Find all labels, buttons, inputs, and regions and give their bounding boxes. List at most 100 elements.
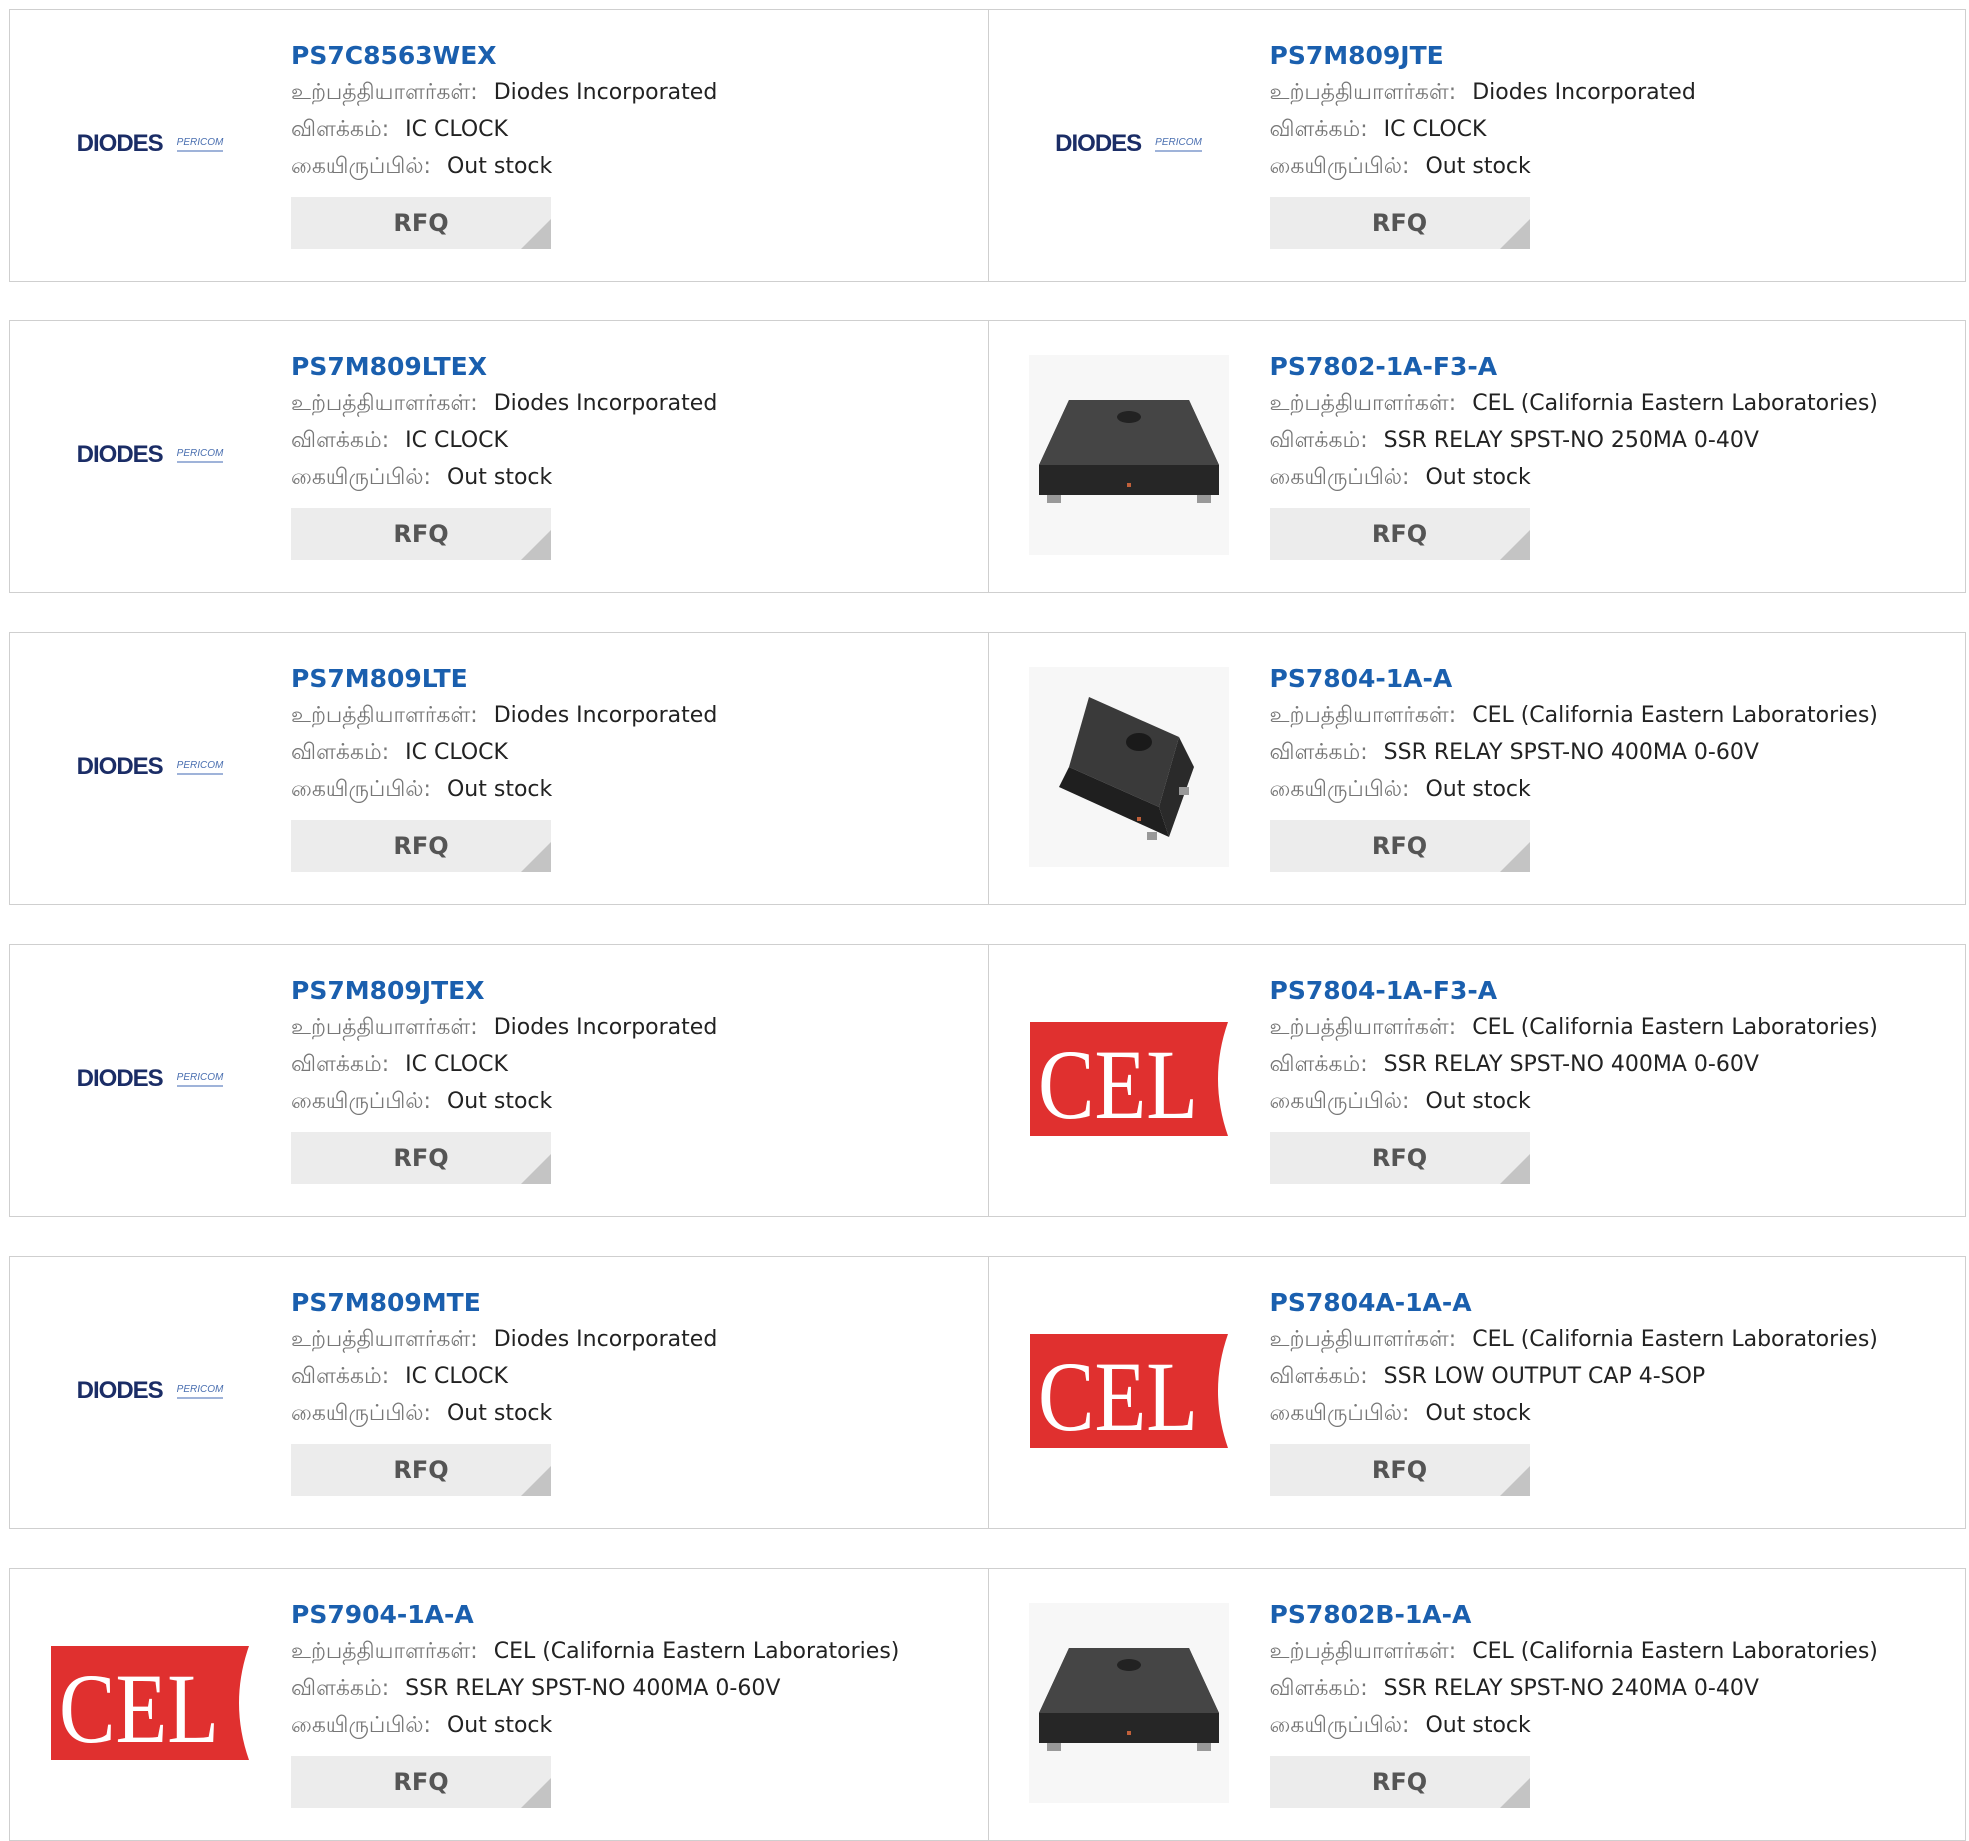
manufacturer-value: Diodes Incorporated (493, 80, 718, 105)
description-label: விளக்கம்: (1269, 117, 1368, 142)
part-number-link[interactable]: PS7M809JTE (1270, 40, 1956, 74)
description-line: விளக்கம்: IC CLOCK (1270, 111, 1956, 148)
cel-logo-text: CEL (59, 1653, 219, 1760)
rfq-button[interactable]: RFQ (291, 820, 551, 872)
description-value: SSR RELAY SPST-NO 250MA 0-40V (1383, 428, 1759, 453)
manufacturer-label: உற்பத்தியாளர்கள்: (291, 1639, 478, 1664)
part-number-link[interactable]: PS7802-1A-F3-A (1270, 351, 1956, 385)
part-number-link[interactable]: PS7804A-1A-A (1270, 1287, 1956, 1321)
stock-value: Out stock (1425, 1713, 1531, 1738)
stock-label: கையிருப்பில்: (1269, 777, 1410, 802)
rfq-button[interactable]: RFQ (291, 1756, 551, 1808)
description-value: SSR RELAY SPST-NO 240MA 0-40V (1383, 1676, 1759, 1701)
rfq-button[interactable]: RFQ (1269, 508, 1530, 560)
manufacturer-label: உற்பத்தியாளர்கள்: (1269, 1639, 1457, 1664)
part-number-link[interactable]: PS7804-1A-F3-A (1270, 975, 1956, 1009)
part-number-link[interactable]: PS7804-1A-A (1270, 663, 1956, 697)
diodes-pericom-logo: DIODES PERICOM (77, 753, 224, 781)
corner-triangle-icon (1499, 530, 1530, 560)
rfq-button[interactable]: RFQ (291, 1444, 551, 1496)
description-label: விளக்கம்: (291, 1052, 390, 1077)
manufacturer-line: உற்பத்தியாளர்கள்: Diodes Incorporated (291, 697, 978, 734)
stock-label: கையிருப்பில்: (291, 1401, 431, 1426)
part-number-link[interactable]: PS7M809LTEX (291, 351, 978, 385)
product-image[interactable]: CEL (1029, 979, 1229, 1179)
rfq-button[interactable]: RFQ (291, 508, 551, 560)
product-image[interactable]: DIODES PERICOM (50, 979, 250, 1179)
product-card: DIODES PERICOM PS7M809LTE உற்பத்தியாளர்கள… (10, 633, 988, 904)
stock-value: Out stock (446, 154, 553, 179)
manufacturer-value: Diodes Incorporated (1472, 80, 1696, 105)
part-number-link[interactable]: PS7802B-1A-A (1270, 1599, 1956, 1633)
pericom-wordmark: PERICOM (1155, 137, 1202, 152)
description-line: விளக்கம்: IC CLOCK (291, 1358, 978, 1395)
manufacturer-label: உற்பத்தியாளர்கள்: (1269, 703, 1457, 728)
description-label: விளக்கம்: (1269, 1676, 1368, 1701)
corner-triangle-icon (521, 842, 551, 872)
rfq-button[interactable]: RFQ (291, 197, 551, 249)
rfq-button[interactable]: RFQ (1269, 1132, 1530, 1184)
product-image[interactable]: DIODES PERICOM (50, 667, 250, 867)
relay-chip-angled-photo (1028, 667, 1229, 867)
product-info: PS7904-1A-A உற்பத்தியாளர்கள்: CEL (Califo… (291, 1599, 978, 1808)
stock-value: Out stock (1425, 154, 1531, 179)
product-image[interactable]: DIODES PERICOM (50, 44, 250, 244)
rfq-button[interactable]: RFQ (1269, 1756, 1530, 1808)
part-number-link[interactable]: PS7M809JTEX (291, 975, 978, 1009)
pericom-wordmark: PERICOM (176, 1384, 224, 1399)
product-card: PS7802-1A-F3-A உற்பத்தியாளர்கள்: CEL (Cal… (987, 321, 1966, 592)
part-number-link[interactable]: PS7M809LTE (291, 663, 978, 697)
stock-value: Out stock (1425, 465, 1531, 490)
cel-logo: CEL (1029, 1022, 1228, 1136)
product-image[interactable]: DIODES PERICOM (50, 1291, 250, 1491)
rfq-button[interactable]: RFQ (1269, 197, 1530, 249)
part-number-link[interactable]: PS7M809MTE (291, 1287, 978, 1321)
manufacturer-label: உற்பத்தியாளர்கள்: (291, 80, 478, 105)
pericom-wordmark: PERICOM (176, 448, 224, 463)
stock-line: கையிருப்பில்: Out stock (1270, 1395, 1956, 1432)
part-number-link[interactable]: PS7904-1A-A (291, 1599, 978, 1633)
description-value: IC CLOCK (1383, 117, 1487, 142)
manufacturer-label: உற்பத்தியாளர்கள்: (1269, 1327, 1457, 1352)
stock-value: Out stock (1425, 1089, 1531, 1114)
description-line: விளக்கம்: SSR RELAY SPST-NO 400MA 0-60V (291, 1670, 978, 1707)
product-image[interactable]: CEL (1029, 1291, 1229, 1491)
diodes-pericom-logo: DIODES PERICOM (1055, 130, 1202, 158)
stock-line: கையிருப்பில்: Out stock (1270, 1083, 1956, 1120)
product-image[interactable] (1028, 667, 1229, 867)
corner-triangle-icon (521, 219, 551, 249)
stock-line: கையிருப்பில்: Out stock (291, 771, 978, 808)
description-value: IC CLOCK (405, 428, 508, 453)
product-image[interactable]: DIODES PERICOM (1029, 44, 1229, 244)
product-info: PS7804-1A-F3-A உற்பத்தியாளர்கள்: CEL (Cal… (1269, 975, 1956, 1184)
rfq-label: RFQ (393, 1456, 449, 1484)
rfq-button[interactable]: RFQ (291, 1132, 551, 1184)
manufacturer-label: உற்பத்தியாளர்கள்: (1269, 1015, 1457, 1040)
corner-triangle-icon (1499, 842, 1530, 872)
rfq-button[interactable]: RFQ (1269, 820, 1530, 872)
description-value: SSR RELAY SPST-NO 400MA 0-60V (1383, 1052, 1759, 1077)
product-info: PS7C8563WEX உற்பத்தியாளர்கள்: Diodes Inco… (291, 40, 978, 249)
manufacturer-line: உற்பத்தியாளர்கள்: CEL (California Eastern… (291, 1633, 978, 1670)
manufacturer-value: CEL (California Eastern Laboratories) (1472, 391, 1878, 416)
product-grid: DIODES PERICOM PS7C8563WEX உற்பத்தியாளர்க… (0, 0, 1969, 1841)
product-info: PS7802B-1A-A உற்பத்தியாளர்கள்: CEL (Calif… (1269, 1599, 1956, 1808)
stock-label: கையிருப்பில்: (291, 154, 431, 179)
corner-triangle-icon (1499, 219, 1530, 249)
product-row: DIODES PERICOM PS7M809LTEX உற்பத்தியாளர்க… (9, 320, 1966, 593)
product-image[interactable]: DIODES PERICOM (50, 355, 250, 555)
product-card: DIODES PERICOM PS7M809LTEX உற்பத்தியாளர்க… (10, 321, 988, 592)
product-image[interactable]: CEL (50, 1603, 250, 1803)
corner-triangle-icon (1499, 1466, 1530, 1496)
product-card: DIODES PERICOM PS7M809MTE உற்பத்தியாளர்கள… (10, 1257, 988, 1528)
rfq-button[interactable]: RFQ (1269, 1444, 1530, 1496)
product-row: DIODES PERICOM PS7M809MTE உற்பத்தியாளர்கள… (9, 1256, 1966, 1529)
stock-line: கையிருப்பில்: Out stock (1270, 1707, 1956, 1744)
product-image[interactable] (1028, 1603, 1229, 1803)
part-number-link[interactable]: PS7C8563WEX (291, 40, 978, 74)
product-image[interactable] (1028, 355, 1229, 555)
description-value: IC CLOCK (405, 1052, 508, 1077)
stock-line: கையிருப்பில்: Out stock (1270, 771, 1956, 808)
description-label: விளக்கம்: (291, 428, 390, 453)
manufacturer-value: Diodes Incorporated (493, 703, 718, 728)
